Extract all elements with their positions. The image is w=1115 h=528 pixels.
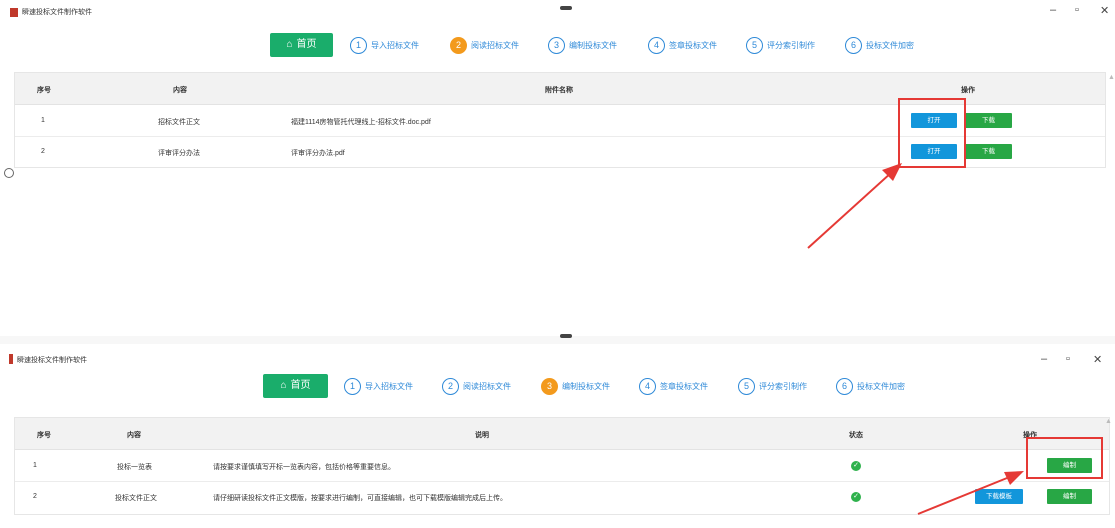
resize-handle-icon[interactable] <box>560 6 572 10</box>
reading-window: 瞬速投标文件制作软件 – ▫ ✕ ⌂ 首页 1 导入招标文件 2 阅读招标文件 3… <box>0 0 1115 336</box>
red-arrow-icon <box>807 163 902 249</box>
red-arrow-icon <box>917 471 1024 515</box>
resize-handle-icon[interactable] <box>4 168 14 178</box>
resize-handle-icon[interactable] <box>560 334 572 338</box>
scroll-up-icon[interactable]: ▲ <box>1105 418 1112 425</box>
scroll-up-icon[interactable]: ▲ <box>1108 74 1115 81</box>
editing-window: 瞬速投标文件制作软件 – ▫ ✕ ⌂ 首页 1 导入招标文件 2 阅读招标文件 3… <box>0 344 1115 528</box>
screenshot-divider <box>0 336 1115 344</box>
